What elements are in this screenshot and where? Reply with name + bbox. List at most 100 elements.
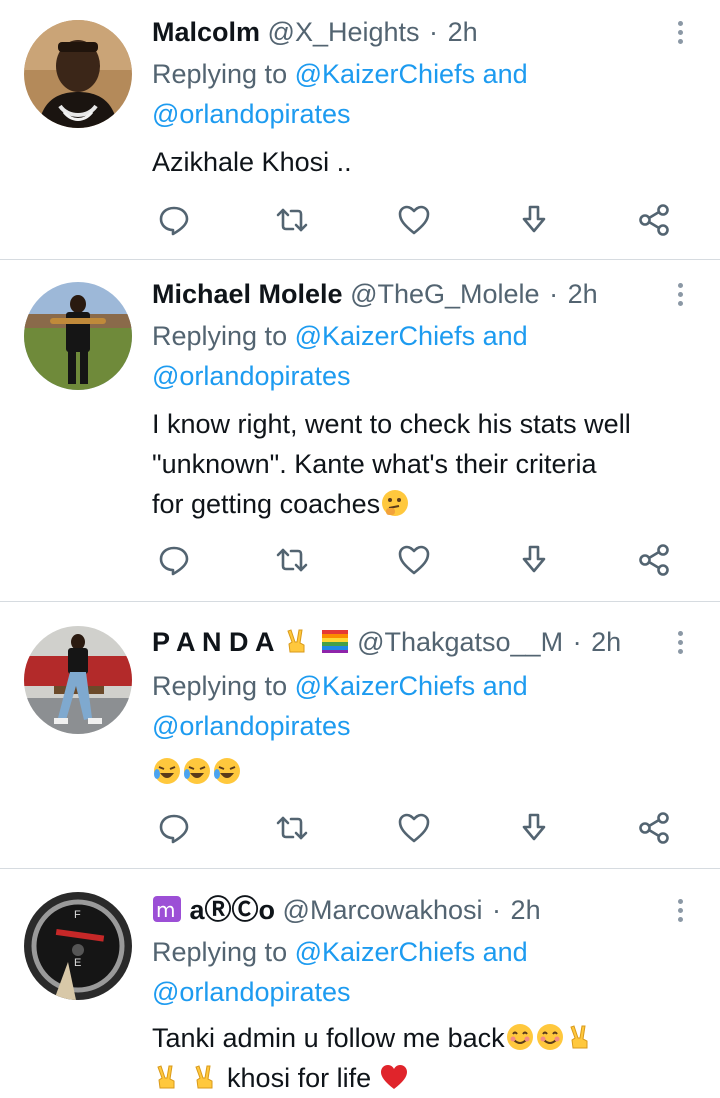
- comment-icon[interactable]: [156, 202, 192, 238]
- download-icon[interactable]: [516, 810, 552, 846]
- replying-to-label: Replying to: [152, 321, 288, 351]
- download-icon[interactable]: [516, 202, 552, 238]
- tweet-text: I know right, went to check his stats we…: [152, 404, 702, 524]
- heart-icon[interactable]: [396, 542, 432, 578]
- tweet-header: Michael Molele @TheG_Molele · 2h: [152, 274, 598, 314]
- mention-and[interactable]: and: [483, 321, 528, 351]
- tweet-actions: [152, 810, 682, 846]
- mention-and[interactable]: and: [483, 937, 528, 967]
- tweet-header: m aⓇⒸo @Marcowakhosi · 2h: [152, 890, 541, 930]
- tweet-text-line: Azikhale Khosi ..: [152, 147, 352, 177]
- comment-icon[interactable]: [156, 542, 192, 578]
- user-handle[interactable]: @Thakgatso__M: [357, 627, 563, 657]
- replying-to-label: Replying to: [152, 937, 288, 967]
- svg-text:m: m: [156, 898, 175, 922]
- victory-hand-emoji-icon: [282, 626, 312, 656]
- victory-hand-emoji-icon: [565, 1022, 595, 1052]
- svg-text:E: E: [74, 957, 81, 969]
- display-name[interactable]: P A N D A: [152, 627, 275, 657]
- share-icon[interactable]: [636, 810, 672, 846]
- timestamp[interactable]: 2h: [591, 627, 621, 657]
- tweet-4[interactable]: F E m aⓇⒸo @Marcowakhosi · 2h Replying t…: [0, 890, 720, 1098]
- smiling-face-emoji-icon: [505, 1022, 535, 1052]
- user-handle[interactable]: @TheG_Molele: [350, 279, 540, 309]
- more-vertical-icon[interactable]: [668, 18, 692, 50]
- divider: [0, 601, 720, 602]
- mention-link[interactable]: @KaizerChiefs: [295, 937, 475, 967]
- retweet-icon[interactable]: [274, 202, 310, 238]
- tweet-text-line: khosi for life: [227, 1063, 372, 1093]
- tweet-text-line-wrap: for getting coaches: [152, 484, 702, 524]
- avatar[interactable]: [24, 626, 132, 734]
- replying-to-label: Replying to: [152, 671, 288, 701]
- mention-link[interactable]: @orlandopirates: [152, 94, 351, 134]
- tweet-3[interactable]: P A N D A @Thakgatso__M · 2h Replying to…: [0, 622, 720, 868]
- tweet-text-line: Tanki admin u follow me back: [152, 1023, 505, 1053]
- user-handle[interactable]: @Marcowakhosi: [283, 895, 483, 925]
- rolling-laughing-emoji-icon: [182, 756, 212, 786]
- rolling-laughing-emoji-icon: [212, 756, 242, 786]
- tweet-1[interactable]: Malcolm @X_Heights · 2h Replying to @Kai…: [0, 12, 720, 262]
- red-heart-emoji-icon: [379, 1062, 409, 1092]
- mention-link[interactable]: @orlandopirates: [152, 972, 351, 1012]
- more-vertical-icon[interactable]: [668, 628, 692, 660]
- heart-icon[interactable]: [396, 810, 432, 846]
- retweet-icon[interactable]: [274, 542, 310, 578]
- display-name[interactable]: Michael Molele: [152, 279, 343, 309]
- replying-to: Replying to @KaizerChiefs and: [152, 316, 528, 356]
- tweet-text-line: for getting coaches: [152, 489, 381, 519]
- divider: [0, 868, 720, 869]
- replying-to: Replying to @KaizerChiefs and: [152, 666, 528, 706]
- tweet-text: Tanki admin u follow me back khosi for l…: [152, 1018, 702, 1098]
- separator: ·: [572, 627, 582, 657]
- virgo-symbol-icon: m: [152, 894, 182, 924]
- timestamp[interactable]: 2h: [511, 895, 541, 925]
- timestamp[interactable]: 2h: [448, 17, 478, 47]
- rainbow-flag-emoji-icon: [320, 626, 350, 656]
- mention-and[interactable]: and: [483, 59, 528, 89]
- rolling-laughing-emoji-icon: [152, 756, 182, 786]
- avatar[interactable]: [24, 282, 132, 390]
- more-vertical-icon[interactable]: [668, 896, 692, 928]
- tweet-actions: [152, 542, 682, 578]
- tweet-2[interactable]: Michael Molele @TheG_Molele · 2h Replyin…: [0, 274, 720, 600]
- user-handle[interactable]: @X_Heights: [268, 17, 420, 47]
- mention-link[interactable]: @orlandopirates: [152, 706, 351, 746]
- replying-to: Replying to @KaizerChiefs and: [152, 54, 528, 94]
- tweet-text: Azikhale Khosi ..: [152, 142, 702, 182]
- mention-link[interactable]: @KaizerChiefs: [295, 321, 475, 351]
- display-name[interactable]: aⓇⒸo: [190, 895, 276, 925]
- separator: ·: [429, 17, 439, 47]
- smiling-face-emoji-icon: [535, 1022, 565, 1052]
- tweet-header: Malcolm @X_Heights · 2h: [152, 12, 478, 52]
- more-vertical-icon[interactable]: [668, 280, 692, 312]
- tweet-text-line: "unknown". Kante what's their criteria: [152, 449, 597, 479]
- thinking-face-emoji-icon: [380, 488, 410, 518]
- tweet-text-line-wrap: khosi for life: [152, 1058, 702, 1098]
- display-name[interactable]: Malcolm: [152, 17, 260, 47]
- replying-to: Replying to @KaizerChiefs and: [152, 932, 528, 972]
- svg-text:F: F: [74, 909, 81, 921]
- download-icon[interactable]: [516, 542, 552, 578]
- timestamp[interactable]: 2h: [568, 279, 598, 309]
- tweet-actions: [152, 202, 682, 238]
- retweet-icon[interactable]: [274, 810, 310, 846]
- mention-and[interactable]: and: [483, 671, 528, 701]
- separator: ·: [549, 279, 559, 309]
- tweet-header: P A N D A @Thakgatso__M · 2h: [152, 622, 621, 662]
- share-icon[interactable]: [636, 202, 672, 238]
- separator: ·: [492, 895, 502, 925]
- avatar[interactable]: F E: [24, 892, 132, 1000]
- mention-link[interactable]: @KaizerChiefs: [295, 59, 475, 89]
- victory-hand-emoji-icon: [152, 1062, 182, 1092]
- avatar[interactable]: [24, 20, 132, 128]
- victory-hand-emoji-icon: [190, 1062, 220, 1092]
- heart-icon[interactable]: [396, 202, 432, 238]
- mention-link[interactable]: @KaizerChiefs: [295, 671, 475, 701]
- tweet-text-line: I know right, went to check his stats we…: [152, 409, 631, 439]
- mention-link[interactable]: @orlandopirates: [152, 356, 351, 396]
- share-icon[interactable]: [636, 542, 672, 578]
- replying-to-label: Replying to: [152, 59, 288, 89]
- divider: [0, 259, 720, 260]
- comment-icon[interactable]: [156, 810, 192, 846]
